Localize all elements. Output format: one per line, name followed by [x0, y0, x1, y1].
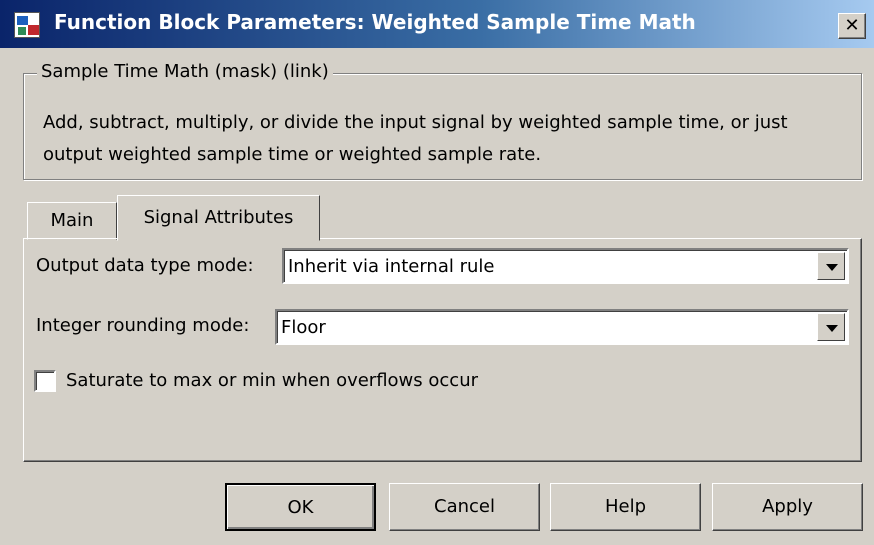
block-description: Add, subtract, multiply, or divide the i…: [43, 112, 788, 165]
integer-rounding-label: Integer rounding mode:: [36, 315, 250, 336]
chevron-down-icon[interactable]: [817, 313, 845, 341]
integer-rounding-dropdown[interactable]: Floor: [275, 309, 849, 345]
tab-main[interactable]: Main: [27, 202, 117, 240]
tab-signal-attributes[interactable]: Signal Attributes: [117, 195, 320, 241]
apply-button[interactable]: Apply: [712, 483, 863, 531]
close-button[interactable]: ✕: [838, 13, 866, 39]
title-bar: Function Block Parameters: Weighted Samp…: [0, 0, 874, 48]
saturate-checkbox[interactable]: [34, 370, 56, 392]
chevron-down-icon[interactable]: [817, 252, 845, 280]
window-title: Function Block Parameters: Weighted Samp…: [54, 10, 696, 34]
output-data-type-label: Output data type mode:: [36, 255, 254, 276]
saturate-label[interactable]: Saturate to max or min when overflows oc…: [66, 370, 478, 391]
cancel-button[interactable]: Cancel: [389, 483, 540, 531]
ok-button[interactable]: OK: [225, 483, 376, 531]
close-icon: ✕: [844, 15, 860, 36]
integer-rounding-value: Floor: [281, 317, 326, 338]
help-button[interactable]: Help: [550, 483, 701, 531]
output-data-type-dropdown[interactable]: Inherit via internal rule: [282, 248, 849, 284]
groupbox-legend: Sample Time Math (mask) (link): [37, 61, 333, 82]
simulink-block-icon: [14, 12, 40, 38]
output-data-type-value: Inherit via internal rule: [288, 256, 495, 277]
